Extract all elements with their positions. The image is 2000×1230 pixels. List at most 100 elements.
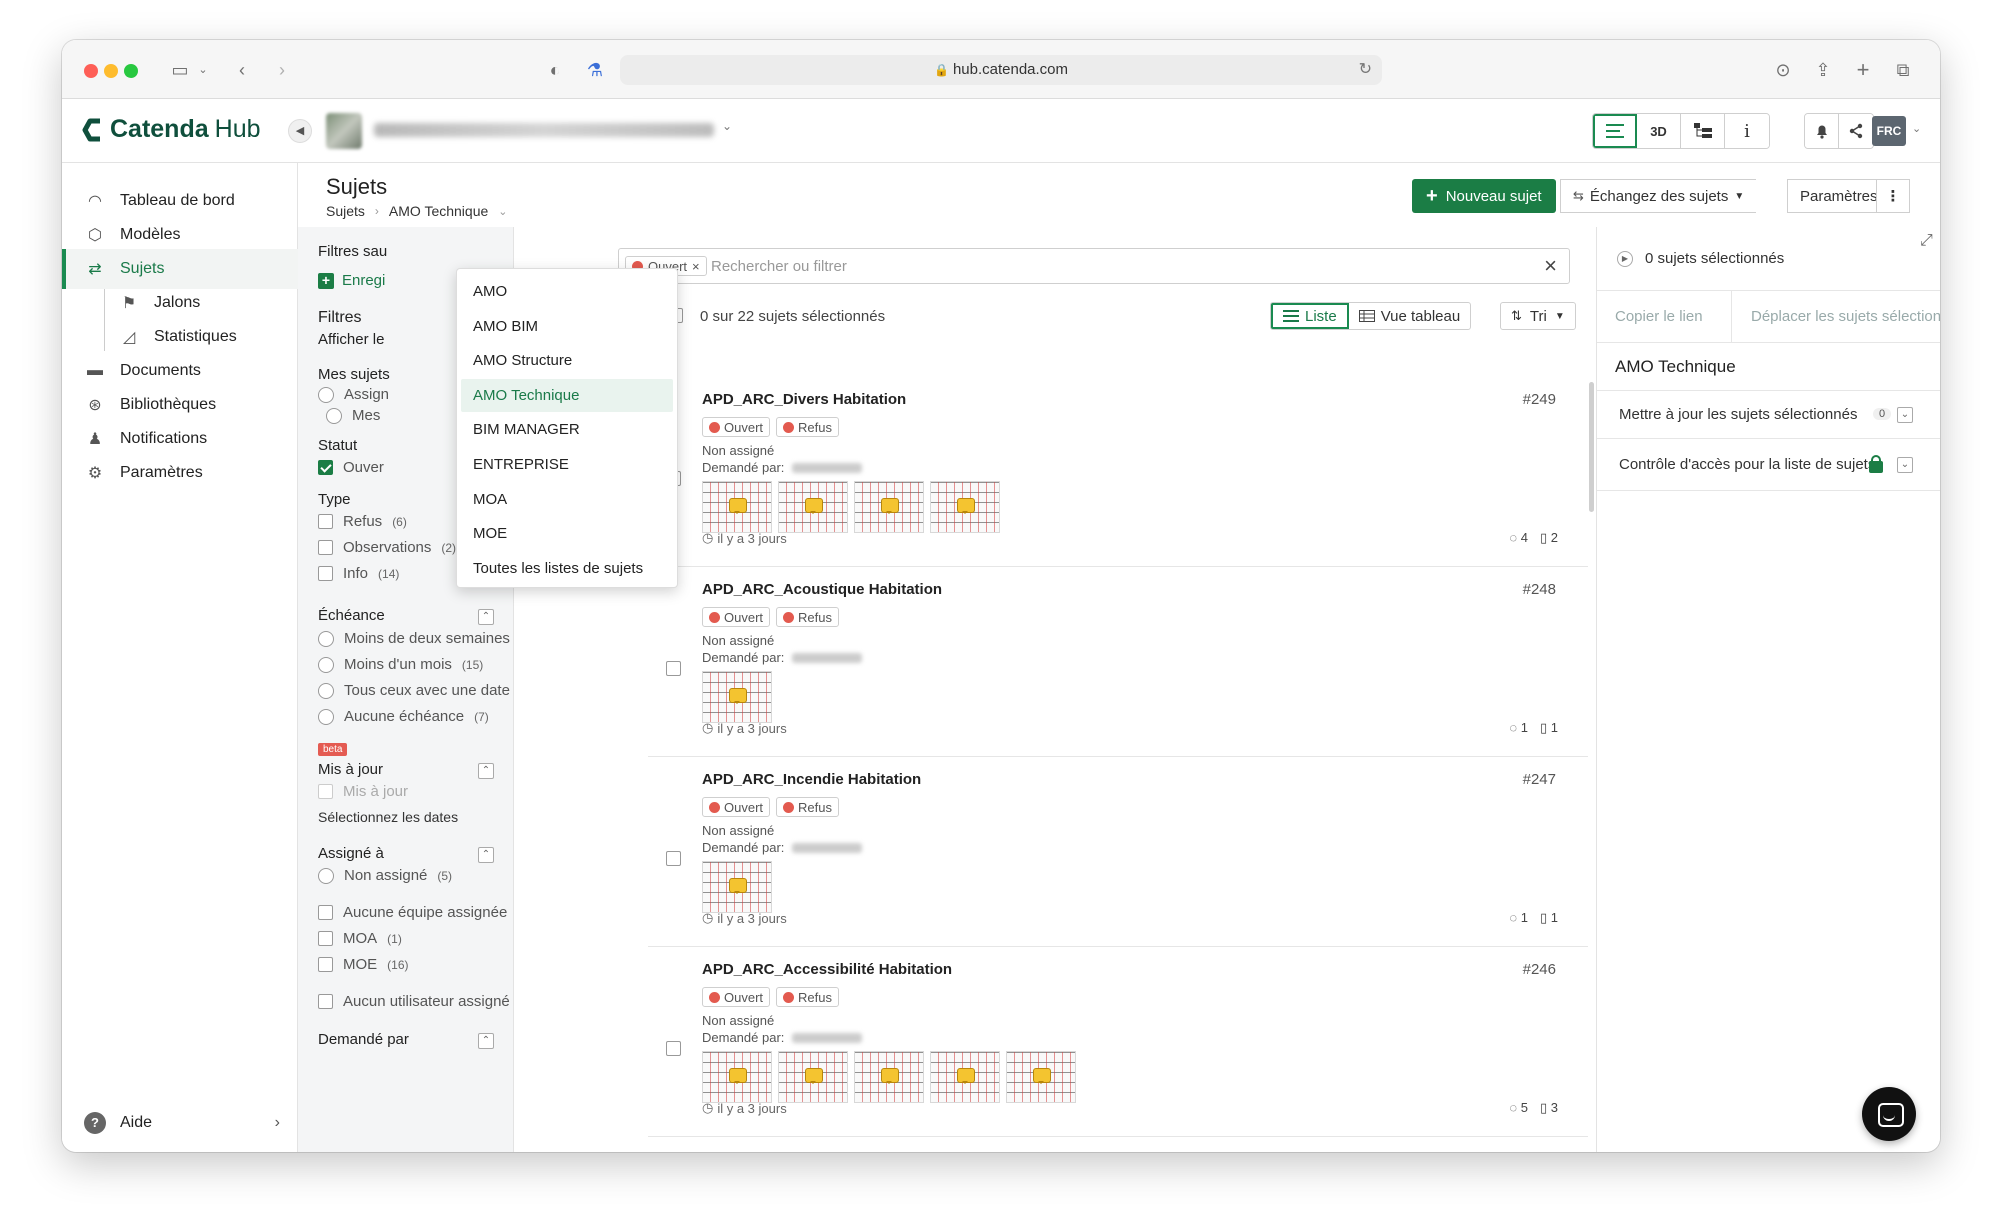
dropdown-item[interactable]: AMO BIM	[461, 310, 673, 343]
filter-status-open[interactable]: Ouver	[318, 459, 384, 476]
chat-support-button[interactable]	[1862, 1087, 1916, 1141]
list-scrollbar[interactable]	[1589, 382, 1594, 512]
issue-thumbnail[interactable]	[702, 861, 772, 913]
issue-thumbnail[interactable]	[930, 1051, 1000, 1103]
issue-card[interactable]: APD_ARC_Incendie Habitation #247 Ouvert Ref…	[648, 757, 1588, 947]
issue-title[interactable]: APD_ARC_Divers Habitation	[702, 391, 906, 408]
dropdown-item[interactable]: AMO Structure	[461, 344, 673, 377]
filter-type-refus[interactable]: Refus (6)	[318, 513, 407, 530]
share-icon[interactable]: ⇪	[1812, 56, 1834, 84]
issue-thumbnail[interactable]	[702, 481, 772, 533]
radio[interactable]	[326, 407, 342, 424]
sidebar-item-settings[interactable]: ⚙ Paramètres	[62, 453, 298, 493]
row-checkbox[interactable]	[666, 1041, 681, 1056]
filter-team-moa[interactable]: MOA (1)	[318, 930, 402, 947]
catenda-logo[interactable]: Catenda Hub	[82, 115, 261, 144]
checkbox[interactable]	[318, 931, 333, 946]
share-button[interactable]	[1839, 114, 1873, 148]
issue-thumbnail[interactable]	[778, 481, 848, 533]
row-checkbox[interactable]	[666, 851, 681, 866]
expand-arrow-icon[interactable]: ▶	[1617, 251, 1633, 267]
dropdown-item[interactable]: AMO	[461, 275, 673, 308]
update-selected-row[interactable]: Mettre à jour les sujets sélectionnés 0 …	[1597, 391, 1940, 439]
list-view-button[interactable]	[1593, 114, 1637, 148]
dropdown-item[interactable]: MOE	[461, 517, 673, 550]
back-icon[interactable]: ‹	[232, 56, 252, 84]
minimize-window-button[interactable]	[104, 64, 118, 78]
board-view-toggle[interactable]: Vue tableau	[1349, 303, 1471, 329]
tabs-overview-icon[interactable]: ⧉	[1892, 56, 1914, 84]
checkbox-checked[interactable]	[318, 460, 333, 475]
flask-icon[interactable]: ⚗	[584, 56, 606, 84]
checkbox[interactable]	[318, 994, 333, 1009]
chevron-down-icon[interactable]: ⌄	[196, 56, 210, 84]
clear-icon[interactable]: ×	[1544, 253, 1557, 279]
search-input[interactable]: Rechercher ou filtrer	[711, 258, 847, 275]
maximize-window-button[interactable]	[124, 64, 138, 78]
access-control-row[interactable]: Contrôle d'accès pour la liste de sujets…	[1597, 439, 1940, 491]
move-selected-button[interactable]: Déplacer les sujets sélectionnés	[1751, 308, 1940, 325]
issue-thumbnail[interactable]	[778, 1051, 848, 1103]
filter-my-assigned[interactable]: Assign	[318, 386, 389, 403]
more-options-button[interactable]: ⋮	[1876, 179, 1910, 213]
issue-card[interactable]: APD_ARC_Divers Habitation #249 Ouvert Refus…	[648, 377, 1588, 567]
notifications-button[interactable]	[1805, 114, 1839, 148]
settings-button[interactable]: Paramètres	[1787, 179, 1891, 213]
collapse-updated-icon[interactable]: ⌃	[478, 763, 494, 779]
save-filter-link[interactable]: Enregi	[342, 272, 385, 289]
chevron-down-icon[interactable]: ⌄	[1897, 407, 1913, 423]
issue-thumbnail[interactable]	[1006, 1051, 1076, 1103]
checkbox[interactable]	[318, 514, 333, 529]
3d-view-button[interactable]: 3D	[1637, 114, 1681, 148]
issue-thumbnail[interactable]	[930, 481, 1000, 533]
select-dates-link[interactable]: Sélectionnez les dates	[318, 809, 458, 825]
help-item[interactable]: ? Aide ›	[62, 1108, 298, 1138]
issue-thumbnail[interactable]	[854, 1051, 924, 1103]
collapse-assigned-icon[interactable]: ⌃	[478, 847, 494, 863]
chevron-down-icon[interactable]: ⌄	[498, 205, 507, 218]
user-avatar[interactable]: FRC	[1872, 116, 1906, 146]
download-icon[interactable]: ⊙	[1772, 56, 1794, 84]
filter-my-own[interactable]: Mes	[326, 407, 380, 424]
checkbox[interactable]	[318, 540, 333, 555]
issue-title[interactable]: APD_ARC_Acoustique Habitation	[702, 581, 942, 598]
radio[interactable]	[318, 630, 334, 647]
filter-due-none[interactable]: Aucune échéance (7)	[318, 708, 489, 725]
issue-card[interactable]: APD_ARC_Accessibilité Habitation #246 Ouve…	[648, 947, 1588, 1137]
dropdown-item[interactable]: BIM MANAGER	[461, 413, 673, 446]
chevron-down-icon[interactable]: ⌄	[1897, 457, 1913, 473]
dropdown-item[interactable]: MOA	[461, 483, 673, 516]
list-view-toggle[interactable]: Liste	[1271, 303, 1349, 329]
new-tab-icon[interactable]: +	[1852, 56, 1874, 84]
chevron-down-icon[interactable]: ⌄	[1912, 122, 1921, 135]
filter-due-month[interactable]: Moins d'un mois (15)	[318, 656, 483, 673]
radio[interactable]	[318, 867, 334, 884]
dropdown-item[interactable]: AMO Technique	[461, 378, 673, 412]
search-filter-bar[interactable]: Ouvert × Rechercher ou filtrer ×	[618, 248, 1570, 284]
filter-no-user[interactable]: Aucun utilisateur assigné(2	[318, 993, 513, 1010]
reload-icon[interactable]: ↻	[1359, 55, 1372, 85]
issue-thumbnail[interactable]	[702, 1051, 772, 1103]
expand-panel-icon[interactable]: ⤢	[1920, 232, 1933, 250]
close-window-button[interactable]	[84, 64, 98, 78]
filter-type-observations[interactable]: Observations (2)	[318, 539, 456, 556]
sidebar-toggle-icon[interactable]: ▭	[168, 56, 192, 84]
chevron-down-icon[interactable]: ⌄	[722, 119, 732, 133]
checkbox[interactable]	[318, 957, 333, 972]
shield-icon[interactable]: ◐	[544, 56, 566, 84]
checkbox[interactable]	[318, 566, 333, 581]
dropdown-item[interactable]: ENTREPRISE	[461, 448, 673, 481]
radio[interactable]	[318, 386, 334, 403]
collapse-requested-icon[interactable]: ⌃	[478, 1033, 494, 1049]
filter-due-two-weeks[interactable]: Moins de deux semaines(1	[318, 630, 513, 647]
forward-icon[interactable]: ›	[272, 56, 292, 84]
checkbox[interactable]	[318, 905, 333, 920]
project-thumbnail[interactable]	[326, 113, 362, 149]
collapse-due-icon[interactable]: ⌃	[478, 609, 494, 625]
radio[interactable]	[318, 682, 334, 699]
filter-no-team[interactable]: Aucune équipe assignée(5	[318, 904, 513, 921]
close-icon[interactable]: ×	[692, 259, 700, 274]
issue-thumbnail[interactable]	[702, 671, 772, 723]
radio[interactable]	[318, 708, 334, 725]
tree-view-button[interactable]	[1681, 114, 1725, 148]
